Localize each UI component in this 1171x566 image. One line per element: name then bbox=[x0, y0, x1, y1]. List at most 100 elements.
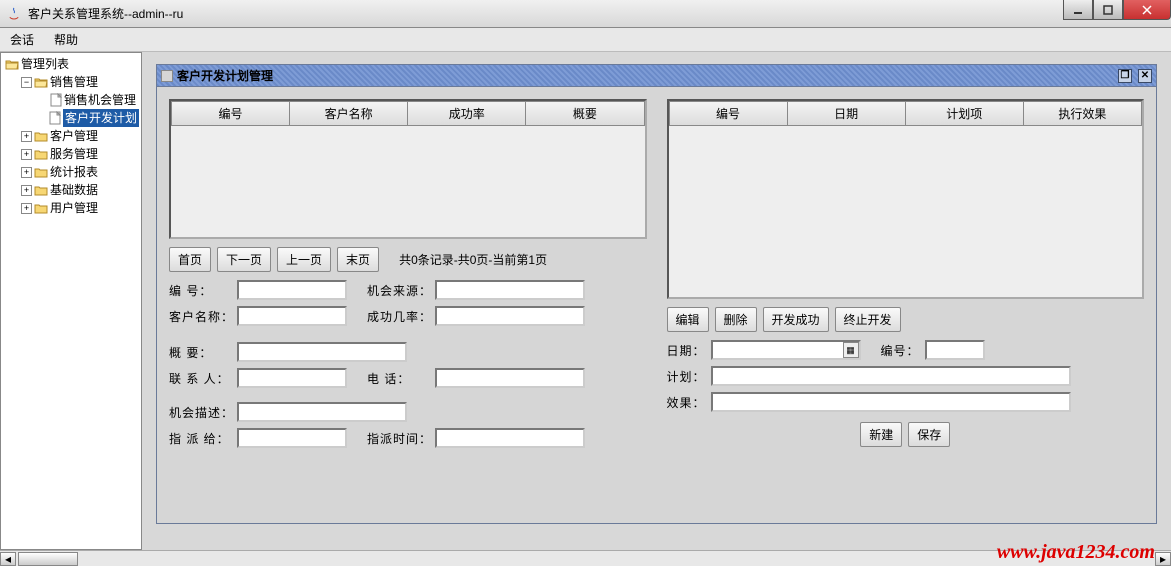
folder-icon bbox=[34, 202, 48, 214]
label-summary: 概 要： bbox=[169, 344, 237, 361]
tree-label: 基础数据 bbox=[50, 181, 98, 199]
assign-field[interactable] bbox=[237, 428, 347, 448]
plan-field[interactable] bbox=[711, 366, 1071, 386]
column-header[interactable]: 日期 bbox=[788, 101, 906, 126]
row-contact: 联 系 人： 电 话： bbox=[169, 368, 647, 388]
internal-frame-titlebar[interactable]: 客户开发计划管理 ❐ ✕ bbox=[157, 65, 1156, 87]
custname-field[interactable] bbox=[237, 306, 347, 326]
id-field[interactable] bbox=[237, 280, 347, 300]
column-header[interactable]: 编号 bbox=[171, 101, 290, 126]
row-custname: 客户名称： 成功几率： bbox=[169, 306, 647, 326]
expand-icon[interactable]: + bbox=[21, 167, 32, 178]
source-field[interactable] bbox=[435, 280, 585, 300]
tree-label: 客户管理 bbox=[50, 127, 98, 145]
success-field[interactable] bbox=[435, 306, 585, 326]
scroll-left-arrow[interactable]: ◂ bbox=[0, 552, 16, 566]
column-header[interactable]: 编号 bbox=[669, 101, 788, 126]
menu-help[interactable]: 帮助 bbox=[54, 31, 78, 48]
tree-leaf-opportunity[interactable]: 销售机会管理 bbox=[37, 91, 139, 109]
last-page-button[interactable]: 末页 bbox=[337, 247, 379, 272]
edit-button[interactable]: 编辑 bbox=[667, 307, 709, 332]
tree-label: 管理列表 bbox=[21, 55, 69, 73]
row-desc: 机会描述： bbox=[169, 402, 647, 422]
assigntime-field[interactable] bbox=[435, 428, 585, 448]
right-button-row: 编辑 删除 开发成功 终止开发 bbox=[667, 307, 1145, 332]
internal-frame-body: 编号 客户名称 成功率 概要 首页 下一页 上一页 末页 共0条记录-共0页-当… bbox=[157, 87, 1156, 523]
right-table-header: 编号 日期 计划项 执行效果 bbox=[669, 101, 1143, 126]
nav-tree[interactable]: 管理列表 − 销售管理 bbox=[1, 53, 141, 219]
menu-session[interactable]: 会话 bbox=[10, 31, 34, 48]
expand-icon[interactable]: + bbox=[21, 203, 32, 214]
delete-button[interactable]: 删除 bbox=[715, 307, 757, 332]
tree-node-customer[interactable]: + 客户管理 bbox=[21, 127, 139, 145]
document-icon bbox=[50, 93, 62, 107]
left-table-header: 编号 客户名称 成功率 概要 bbox=[171, 101, 645, 126]
row-summary: 概 要： bbox=[169, 342, 647, 362]
tree-node-basedata[interactable]: + 基础数据 bbox=[21, 181, 139, 199]
expand-icon[interactable]: + bbox=[21, 185, 32, 196]
tree-panel: 管理列表 − 销售管理 bbox=[0, 52, 142, 550]
column-header[interactable]: 客户名称 bbox=[290, 101, 408, 126]
prev-page-button[interactable]: 上一页 bbox=[277, 247, 331, 272]
calendar-icon[interactable]: ▦ bbox=[843, 342, 859, 358]
column-header[interactable]: 执行效果 bbox=[1024, 101, 1142, 126]
internal-frame: 客户开发计划管理 ❐ ✕ 编号 客户名称 成功率 概要 bbox=[156, 64, 1157, 524]
label-custname: 客户名称： bbox=[169, 308, 237, 325]
tree-label-selected: 客户开发计划 bbox=[63, 109, 139, 127]
new-button[interactable]: 新建 bbox=[860, 422, 902, 447]
minimize-button[interactable] bbox=[1063, 0, 1093, 20]
expand-icon[interactable]: + bbox=[21, 131, 32, 142]
scroll-right-arrow[interactable]: ▸ bbox=[1155, 552, 1171, 566]
phone-field[interactable] bbox=[435, 368, 585, 388]
collapse-icon[interactable]: − bbox=[21, 77, 32, 88]
tree-node-root[interactable]: 管理列表 bbox=[5, 55, 139, 73]
java-icon bbox=[6, 6, 22, 22]
row-id: 编 号： 机会来源： bbox=[169, 280, 647, 300]
column-header[interactable]: 概要 bbox=[526, 101, 644, 126]
label-success: 成功几率： bbox=[367, 308, 435, 325]
expand-icon[interactable]: + bbox=[21, 149, 32, 160]
client-area: 管理列表 − 销售管理 bbox=[0, 52, 1171, 550]
right-form: 日期： ▦ 编号： 计划： bbox=[667, 340, 1145, 447]
label-assigntime: 指派时间： bbox=[367, 430, 435, 447]
maximize-button[interactable] bbox=[1093, 0, 1123, 20]
close-button[interactable] bbox=[1123, 0, 1171, 20]
label-date: 日期： bbox=[667, 342, 711, 359]
row-date: 日期： ▦ 编号： bbox=[667, 340, 1145, 360]
row-effect: 效果： bbox=[667, 392, 1145, 412]
tree-label: 用户管理 bbox=[50, 199, 98, 217]
frame-close-button[interactable]: ✕ bbox=[1138, 69, 1152, 83]
row-assign: 指 派 给： 指派时间： bbox=[169, 428, 647, 448]
folder-icon bbox=[34, 148, 48, 160]
next-page-button[interactable]: 下一页 bbox=[217, 247, 271, 272]
column-header[interactable]: 计划项 bbox=[906, 101, 1024, 126]
stop-dev-button[interactable]: 终止开发 bbox=[835, 307, 901, 332]
tree-node-sales[interactable]: − 销售管理 bbox=[21, 73, 139, 91]
date-field[interactable] bbox=[711, 340, 861, 360]
effect-field[interactable] bbox=[711, 392, 1071, 412]
label-contact: 联 系 人： bbox=[169, 370, 237, 387]
column-header[interactable]: 成功率 bbox=[408, 101, 526, 126]
first-page-button[interactable]: 首页 bbox=[169, 247, 211, 272]
save-button[interactable]: 保存 bbox=[908, 422, 950, 447]
right-table[interactable]: 编号 日期 计划项 执行效果 bbox=[667, 99, 1145, 299]
internal-frame-title: 客户开发计划管理 bbox=[177, 67, 273, 84]
dev-success-button[interactable]: 开发成功 bbox=[763, 307, 829, 332]
summary-field[interactable] bbox=[237, 342, 407, 362]
horizontal-scrollbar[interactable]: ◂ ▸ bbox=[0, 550, 1171, 566]
left-table[interactable]: 编号 客户名称 成功率 概要 bbox=[169, 99, 647, 239]
tree-node-service[interactable]: +服务管理 bbox=[21, 145, 139, 163]
tree-node-user[interactable]: + 用户管理 bbox=[21, 199, 139, 217]
desc-field[interactable] bbox=[237, 402, 407, 422]
tree-label: 统计报表 bbox=[50, 163, 98, 181]
rid-field[interactable] bbox=[925, 340, 985, 360]
tree-node-stats[interactable]: + 统计报表 bbox=[21, 163, 139, 181]
watermark-text: www.java1234.com bbox=[997, 541, 1155, 564]
pager-status: 共0条记录-共0页-当前第1页 bbox=[399, 251, 547, 268]
restore-button[interactable]: ❐ bbox=[1118, 69, 1132, 83]
label-effect: 效果： bbox=[667, 394, 711, 411]
contact-field[interactable] bbox=[237, 368, 347, 388]
frame-icon bbox=[161, 70, 173, 82]
tree-leaf-devplan[interactable]: 客户开发计划 bbox=[37, 109, 139, 127]
scroll-thumb[interactable] bbox=[18, 552, 78, 566]
